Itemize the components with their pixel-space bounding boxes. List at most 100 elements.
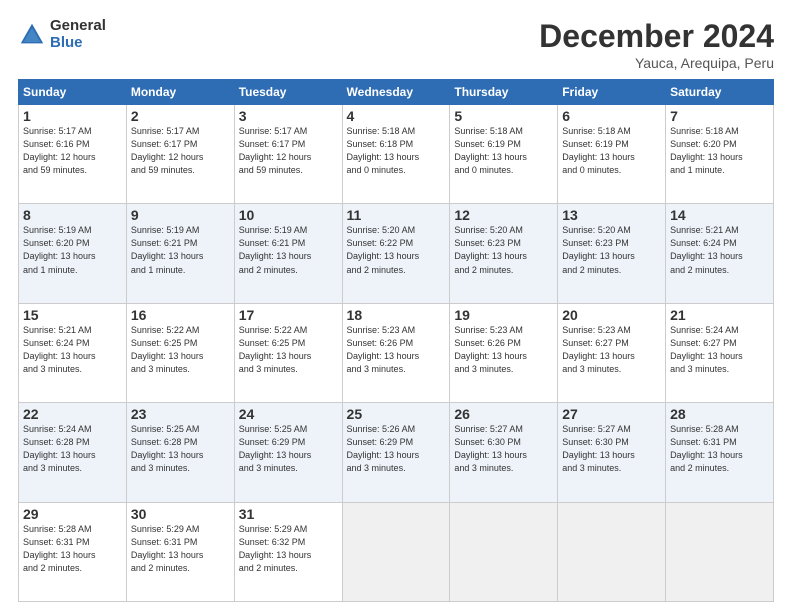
day-number: 24 — [239, 406, 338, 422]
day-number: 15 — [23, 307, 122, 323]
day-info: Sunrise: 5:25 AMSunset: 6:28 PMDaylight:… — [131, 424, 204, 473]
day-number: 1 — [23, 108, 122, 124]
calendar-cell: 17 Sunrise: 5:22 AMSunset: 6:25 PMDayligh… — [234, 303, 342, 402]
day-info: Sunrise: 5:29 AMSunset: 6:32 PMDaylight:… — [239, 524, 312, 573]
day-info: Sunrise: 5:22 AMSunset: 6:25 PMDaylight:… — [131, 325, 204, 374]
calendar-cell: 3Sunrise: 5:17 AMSunset: 6:17 PMDaylight… — [234, 105, 342, 204]
day-number: 29 — [23, 506, 122, 522]
day-info: Sunrise: 5:19 AMSunset: 6:21 PMDaylight:… — [239, 225, 312, 274]
day-info: Sunrise: 5:23 AMSunset: 6:26 PMDaylight:… — [454, 325, 527, 374]
header: General Blue December 2024 Yauca, Arequi… — [18, 18, 774, 71]
day-info: Sunrise: 5:18 AMSunset: 6:19 PMDaylight:… — [454, 126, 527, 175]
day-number: 14 — [670, 207, 769, 223]
col-friday: Friday — [558, 80, 666, 105]
col-saturday: Saturday — [666, 80, 774, 105]
calendar-cell: 27 Sunrise: 5:27 AMSunset: 6:30 PMDayligh… — [558, 403, 666, 502]
calendar-cell: 15 Sunrise: 5:21 AMSunset: 6:24 PMDayligh… — [19, 303, 127, 402]
calendar-cell — [666, 502, 774, 601]
day-info: Sunrise: 5:28 AMSunset: 6:31 PMDaylight:… — [23, 524, 96, 573]
calendar-cell — [342, 502, 450, 601]
day-number: 6 — [562, 108, 661, 124]
day-info: Sunrise: 5:26 AMSunset: 6:29 PMDaylight:… — [347, 424, 420, 473]
calendar-cell: 22 Sunrise: 5:24 AMSunset: 6:28 PMDayligh… — [19, 403, 127, 502]
calendar-row: 15 Sunrise: 5:21 AMSunset: 6:24 PMDayligh… — [19, 303, 774, 402]
day-info: Sunrise: 5:19 AMSunset: 6:21 PMDaylight:… — [131, 225, 204, 274]
location: Yauca, Arequipa, Peru — [539, 55, 774, 71]
day-info: Sunrise: 5:22 AMSunset: 6:25 PMDaylight:… — [239, 325, 312, 374]
calendar-cell — [558, 502, 666, 601]
day-number: 21 — [670, 307, 769, 323]
day-number: 30 — [131, 506, 230, 522]
day-info: Sunrise: 5:27 AMSunset: 6:30 PMDaylight:… — [562, 424, 635, 473]
calendar-cell: 10 Sunrise: 5:19 AMSunset: 6:21 PMDayligh… — [234, 204, 342, 303]
day-number: 19 — [454, 307, 553, 323]
calendar-cell: 31 Sunrise: 5:29 AMSunset: 6:32 PMDayligh… — [234, 502, 342, 601]
day-info: Sunrise: 5:24 AMSunset: 6:28 PMDaylight:… — [23, 424, 96, 473]
logo-general: General — [50, 18, 106, 35]
day-number: 18 — [347, 307, 446, 323]
calendar-row: 22 Sunrise: 5:24 AMSunset: 6:28 PMDayligh… — [19, 403, 774, 502]
calendar-row: 29 Sunrise: 5:28 AMSunset: 6:31 PMDayligh… — [19, 502, 774, 601]
day-info: Sunrise: 5:18 AMSunset: 6:20 PMDaylight:… — [670, 126, 743, 175]
calendar-cell: 11Sunrise: 5:20 AMSunset: 6:22 PMDayligh… — [342, 204, 450, 303]
title-block: December 2024 Yauca, Arequipa, Peru — [539, 18, 774, 71]
day-number: 16 — [131, 307, 230, 323]
day-number: 7 — [670, 108, 769, 124]
logo-icon — [18, 21, 46, 49]
calendar-cell: 5Sunrise: 5:18 AMSunset: 6:19 PMDaylight… — [450, 105, 558, 204]
calendar-cell: 20Sunrise: 5:23 AMSunset: 6:27 PMDayligh… — [558, 303, 666, 402]
day-number: 8 — [23, 207, 122, 223]
calendar-cell: 29 Sunrise: 5:28 AMSunset: 6:31 PMDayligh… — [19, 502, 127, 601]
calendar-table: Sunday Monday Tuesday Wednesday Thursday… — [18, 79, 774, 602]
calendar-header-row: Sunday Monday Tuesday Wednesday Thursday… — [19, 80, 774, 105]
month-title: December 2024 — [539, 18, 774, 55]
day-number: 10 — [239, 207, 338, 223]
calendar-cell: 25 Sunrise: 5:26 AMSunset: 6:29 PMDayligh… — [342, 403, 450, 502]
day-info: Sunrise: 5:18 AMSunset: 6:19 PMDaylight:… — [562, 126, 635, 175]
day-number: 27 — [562, 406, 661, 422]
calendar-cell: 26 Sunrise: 5:27 AMSunset: 6:30 PMDayligh… — [450, 403, 558, 502]
day-info: Sunrise: 5:24 AMSunset: 6:27 PMDaylight:… — [670, 325, 743, 374]
day-number: 26 — [454, 406, 553, 422]
day-info: Sunrise: 5:20 AMSunset: 6:23 PMDaylight:… — [562, 225, 635, 274]
day-info: Sunrise: 5:18 AMSunset: 6:18 PMDaylight:… — [347, 126, 420, 175]
calendar-cell: 2Sunrise: 5:17 AMSunset: 6:17 PMDaylight… — [126, 105, 234, 204]
calendar-cell: 14 Sunrise: 5:21 AMSunset: 6:24 PMDayligh… — [666, 204, 774, 303]
day-info: Sunrise: 5:17 AMSunset: 6:16 PMDaylight:… — [23, 126, 96, 175]
day-number: 25 — [347, 406, 446, 422]
day-info: Sunrise: 5:20 AMSunset: 6:22 PMDaylight:… — [347, 225, 420, 274]
day-info: Sunrise: 5:19 AMSunset: 6:20 PMDaylight:… — [23, 225, 96, 274]
day-number: 13 — [562, 207, 661, 223]
day-info: Sunrise: 5:20 AMSunset: 6:23 PMDaylight:… — [454, 225, 527, 274]
calendar-cell: 18 Sunrise: 5:23 AMSunset: 6:26 PMDayligh… — [342, 303, 450, 402]
day-info: Sunrise: 5:25 AMSunset: 6:29 PMDaylight:… — [239, 424, 312, 473]
col-sunday: Sunday — [19, 80, 127, 105]
calendar-cell — [450, 502, 558, 601]
calendar-cell: 13 Sunrise: 5:20 AMSunset: 6:23 PMDayligh… — [558, 204, 666, 303]
col-thursday: Thursday — [450, 80, 558, 105]
day-number: 4 — [347, 108, 446, 124]
calendar-cell: 9 Sunrise: 5:19 AMSunset: 6:21 PMDaylight… — [126, 204, 234, 303]
calendar-cell: 7 Sunrise: 5:18 AMSunset: 6:20 PMDaylight… — [666, 105, 774, 204]
day-number: 17 — [239, 307, 338, 323]
day-info: Sunrise: 5:23 AMSunset: 6:26 PMDaylight:… — [347, 325, 420, 374]
day-number: 9 — [131, 207, 230, 223]
col-tuesday: Tuesday — [234, 80, 342, 105]
day-info: Sunrise: 5:28 AMSunset: 6:31 PMDaylight:… — [670, 424, 743, 473]
calendar-cell: 23 Sunrise: 5:25 AMSunset: 6:28 PMDayligh… — [126, 403, 234, 502]
calendar-cell: 19 Sunrise: 5:23 AMSunset: 6:26 PMDayligh… — [450, 303, 558, 402]
logo: General Blue — [18, 18, 106, 51]
calendar-cell: 28 Sunrise: 5:28 AMSunset: 6:31 PMDayligh… — [666, 403, 774, 502]
day-info: Sunrise: 5:21 AMSunset: 6:24 PMDaylight:… — [23, 325, 96, 374]
day-info: Sunrise: 5:17 AMSunset: 6:17 PMDaylight:… — [239, 126, 312, 175]
day-number: 22 — [23, 406, 122, 422]
day-info: Sunrise: 5:21 AMSunset: 6:24 PMDaylight:… — [670, 225, 743, 274]
day-info: Sunrise: 5:17 AMSunset: 6:17 PMDaylight:… — [131, 126, 204, 175]
day-number: 23 — [131, 406, 230, 422]
day-info: Sunrise: 5:27 AMSunset: 6:30 PMDaylight:… — [454, 424, 527, 473]
calendar-cell: 4 Sunrise: 5:18 AMSunset: 6:18 PMDaylight… — [342, 105, 450, 204]
day-number: 31 — [239, 506, 338, 522]
calendar-cell: 24 Sunrise: 5:25 AMSunset: 6:29 PMDayligh… — [234, 403, 342, 502]
calendar-cell: 8 Sunrise: 5:19 AMSunset: 6:20 PMDaylight… — [19, 204, 127, 303]
day-number: 28 — [670, 406, 769, 422]
